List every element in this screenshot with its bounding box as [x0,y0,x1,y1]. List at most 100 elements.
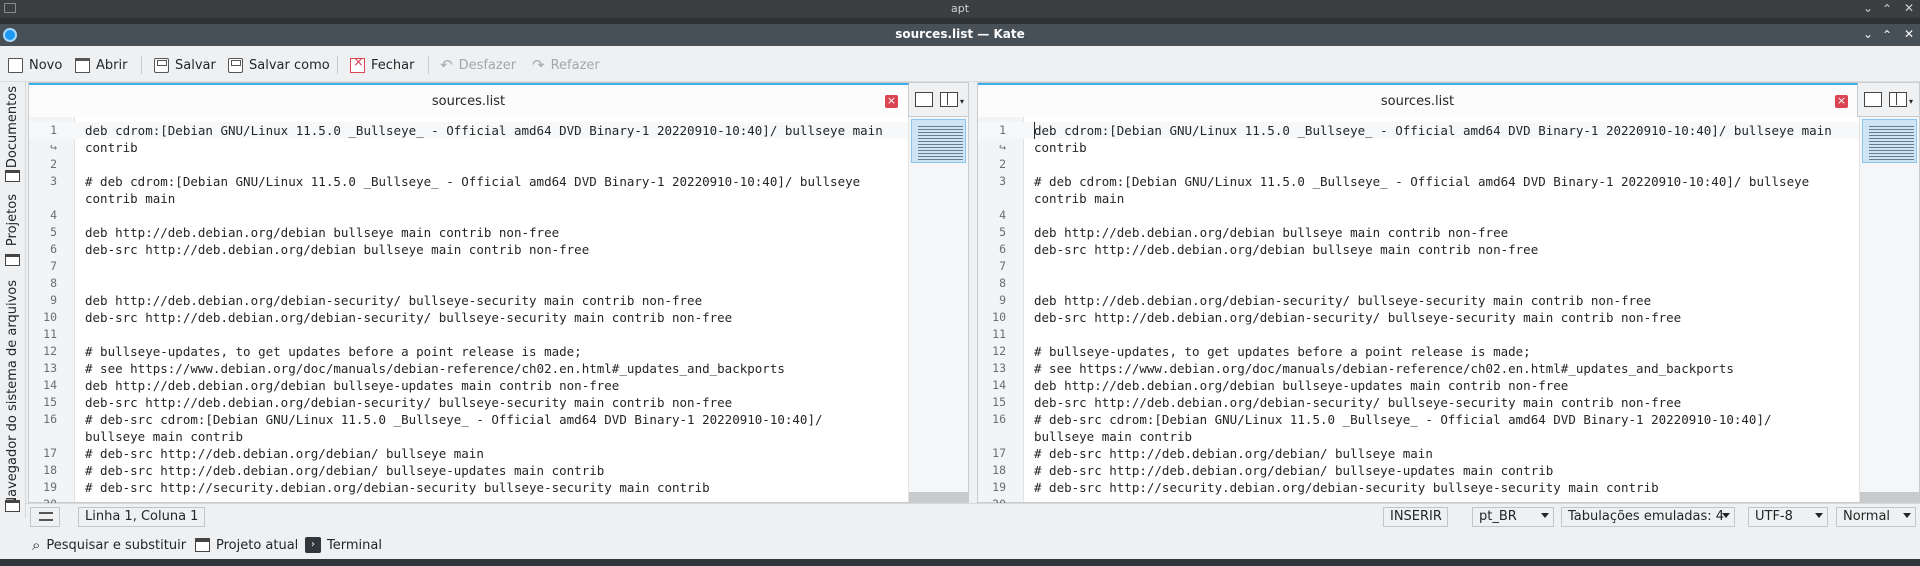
editor-line[interactable]: 7 [978,258,1919,275]
minimap-scrollbar[interactable] [1859,117,1920,502]
line-text[interactable]: bullseye main contrib [1034,428,1192,445]
maximize-icon[interactable]: ⌃ [1882,2,1892,16]
editor-line[interactable]: 3 # deb cdrom:[Debian GNU/Linux 11.5.0 _B… [978,173,1919,190]
line-text[interactable]: deb http://deb.debian.org/debian bullsey… [1034,377,1568,394]
editor-lines[interactable]: 1 deb cdrom:[Debian GNU/Linux 11.5.0 _Bul… [29,122,968,513]
editor-line[interactable]: 14 deb http://deb.debian.org/debian bulls… [29,377,968,394]
editor-line[interactable]: 12 # bullseye-updates, to get updates bef… [978,343,1919,360]
editor-line[interactable]: 16 # deb-src cdrom:[Debian GNU/Linux 11.5… [29,411,968,428]
line-text[interactable]: deb-src http://deb.debian.org/debian-sec… [1034,394,1681,411]
input-mode[interactable]: INSERIR [1383,507,1448,527]
editor-line[interactable]: 11 [978,326,1919,343]
editor-line[interactable]: 10 deb-src http://deb.debian.org/debian-s… [29,309,968,326]
line-text[interactable]: # deb-src http://deb.debian.org/debian/ … [1034,462,1553,479]
line-text[interactable]: deb-src http://deb.debian.org/debian-sec… [85,309,732,326]
line-text[interactable]: deb cdrom:[Debian GNU/Linux 11.5.0 _Bull… [1034,122,1832,139]
editor-line[interactable]: 19 # deb-src http://security.debian.org/d… [978,479,1919,496]
search-replace-button[interactable]: ⌕ Pesquisar e substituir [32,535,186,555]
editor-line[interactable]: 14 deb http://deb.debian.org/debian bulls… [978,377,1919,394]
editor-line[interactable]: 7 [29,258,968,275]
editor-line[interactable]: 1 deb cdrom:[Debian GNU/Linux 11.5.0 _Bul… [29,122,968,139]
minimap-viewport[interactable] [1862,119,1917,163]
line-text[interactable]: deb-src http://deb.debian.org/debian bul… [85,241,589,258]
text-editor[interactable]: 1 deb cdrom:[Debian GNU/Linux 11.5.0 _Bul… [29,117,969,511]
sidebar-tab-filesystem[interactable]: Navegador do sistema de arquivos [4,280,22,507]
editor-line[interactable]: 17 # deb-src http://deb.debian.org/debian… [978,445,1919,462]
editor-line[interactable]: ↪ contrib [978,139,1919,156]
open-button[interactable]: Abrir [75,54,127,76]
line-text[interactable]: contrib main [1034,190,1124,207]
editor-line[interactable]: 8 [978,275,1919,292]
line-text[interactable]: deb-src http://deb.debian.org/debian-sec… [85,394,732,411]
editor-line[interactable]: 18 # deb-src http://deb.debian.org/debian… [29,462,968,479]
split-view-icon[interactable] [940,92,958,107]
editor-line[interactable]: 6 deb-src http://deb.debian.org/debian bu… [978,241,1919,258]
line-text[interactable]: contrib main [85,190,175,207]
line-text[interactable]: deb http://deb.debian.org/debian bullsey… [85,224,559,241]
editor-line[interactable]: bullseye main contrib [978,428,1919,445]
editor-line[interactable]: 10 deb-src http://deb.debian.org/debian-s… [978,309,1919,326]
editor-line[interactable]: 5 deb http://deb.debian.org/debian bullse… [29,224,968,241]
quick-open-icon[interactable] [1864,92,1882,107]
editor-line[interactable]: 9 deb http://deb.debian.org/debian-securi… [29,292,968,309]
line-text[interactable]: # deb-src http://deb.debian.org/debian/ … [85,445,484,462]
sidebar-tab-documents[interactable]: Documentos [4,86,22,168]
editor-line[interactable]: 11 [29,326,968,343]
minimap-viewport[interactable] [911,119,966,163]
line-text[interactable]: contrib [1034,139,1087,156]
editor-line[interactable]: bullseye main contrib [29,428,968,445]
editor-line[interactable]: 1 deb cdrom:[Debian GNU/Linux 11.5.0 _Bul… [978,122,1919,139]
horizontal-scrollbar[interactable] [1860,492,1920,502]
line-text[interactable]: bullseye main contrib [85,428,243,445]
line-text[interactable]: # deb-src http://security.debian.org/deb… [1034,479,1659,496]
line-text[interactable]: deb-src http://deb.debian.org/debian-sec… [1034,309,1681,326]
line-text[interactable]: # deb cdrom:[Debian GNU/Linux 11.5.0 _Bu… [85,173,860,190]
syntax-mode-select[interactable]: Normal [1836,507,1916,527]
text-editor[interactable]: 1 deb cdrom:[Debian GNU/Linux 11.5.0 _Bul… [978,117,1920,511]
horizontal-scrollbar[interactable] [909,492,969,502]
chevron-down-icon[interactable]: ▾ [1909,97,1913,106]
editor-line[interactable]: 4 [978,207,1919,224]
line-text[interactable]: deb http://deb.debian.org/debian-securit… [1034,292,1651,309]
line-text[interactable]: deb http://deb.debian.org/debian bullsey… [1034,224,1508,241]
line-text[interactable]: # see https://www.debian.org/doc/manuals… [85,360,785,377]
line-text[interactable]: deb http://deb.debian.org/debian bullsey… [85,377,619,394]
line-text[interactable]: # deb-src http://security.debian.org/deb… [85,479,710,496]
line-text[interactable]: # deb-src http://deb.debian.org/debian/ … [1034,445,1433,462]
line-text[interactable]: # see https://www.debian.org/doc/manuals… [1034,360,1734,377]
close-tab-icon[interactable]: × [885,95,898,108]
editor-line[interactable]: 8 [29,275,968,292]
chevron-down-icon[interactable]: ▾ [960,97,964,106]
line-text[interactable]: contrib [85,139,138,156]
new-button[interactable]: Novo [8,54,62,76]
editor-line[interactable]: 13 # see https://www.debian.org/doc/manua… [29,360,968,377]
line-text[interactable]: # deb cdrom:[Debian GNU/Linux 11.5.0 _Bu… [1034,173,1809,190]
editor-line[interactable]: ↪ contrib [29,139,968,156]
line-text[interactable]: deb cdrom:[Debian GNU/Linux 11.5.0 _Bull… [85,122,883,139]
line-text[interactable]: # deb-src cdrom:[Debian GNU/Linux 11.5.0… [85,411,823,428]
editor-line[interactable]: contrib main [29,190,968,207]
editor-line[interactable]: 9 deb http://deb.debian.org/debian-securi… [978,292,1919,309]
line-text[interactable]: deb-src http://deb.debian.org/debian bul… [1034,241,1538,258]
editor-line[interactable]: 19 # deb-src http://security.debian.org/d… [29,479,968,496]
editor-line[interactable]: 3 # deb cdrom:[Debian GNU/Linux 11.5.0 _B… [29,173,968,190]
terminal-button[interactable]: › Terminal [305,535,382,555]
toggle-panel-button[interactable] [30,507,60,527]
maximize-icon[interactable]: ⌃ [1882,28,1892,42]
line-text[interactable]: # deb-src http://deb.debian.org/debian/ … [85,462,604,479]
redo-button[interactable]: ↷ Refazer [532,54,600,76]
dictionary-select[interactable]: pt_BR [1472,507,1554,527]
editor-lines[interactable]: 1 deb cdrom:[Debian GNU/Linux 11.5.0 _Bul… [978,122,1919,513]
close-tab-icon[interactable]: × [1835,95,1848,108]
current-project-button[interactable]: Projeto atual [195,535,298,555]
indentation-select[interactable]: Tabulações emuladas: 4 [1561,507,1735,527]
editor-line[interactable]: 13 # see https://www.debian.org/doc/manua… [978,360,1919,377]
editor-line[interactable]: contrib main [978,190,1919,207]
minimap-scrollbar[interactable] [908,117,969,502]
line-text[interactable]: # deb-src cdrom:[Debian GNU/Linux 11.5.0… [1034,411,1772,428]
editor-line[interactable]: 6 deb-src http://deb.debian.org/debian bu… [29,241,968,258]
line-text[interactable]: deb http://deb.debian.org/debian-securit… [85,292,702,309]
split-view-icon[interactable] [1889,92,1907,107]
tab-sources-list[interactable]: sources.list × [29,83,909,117]
save-button[interactable]: Salvar [154,54,216,76]
